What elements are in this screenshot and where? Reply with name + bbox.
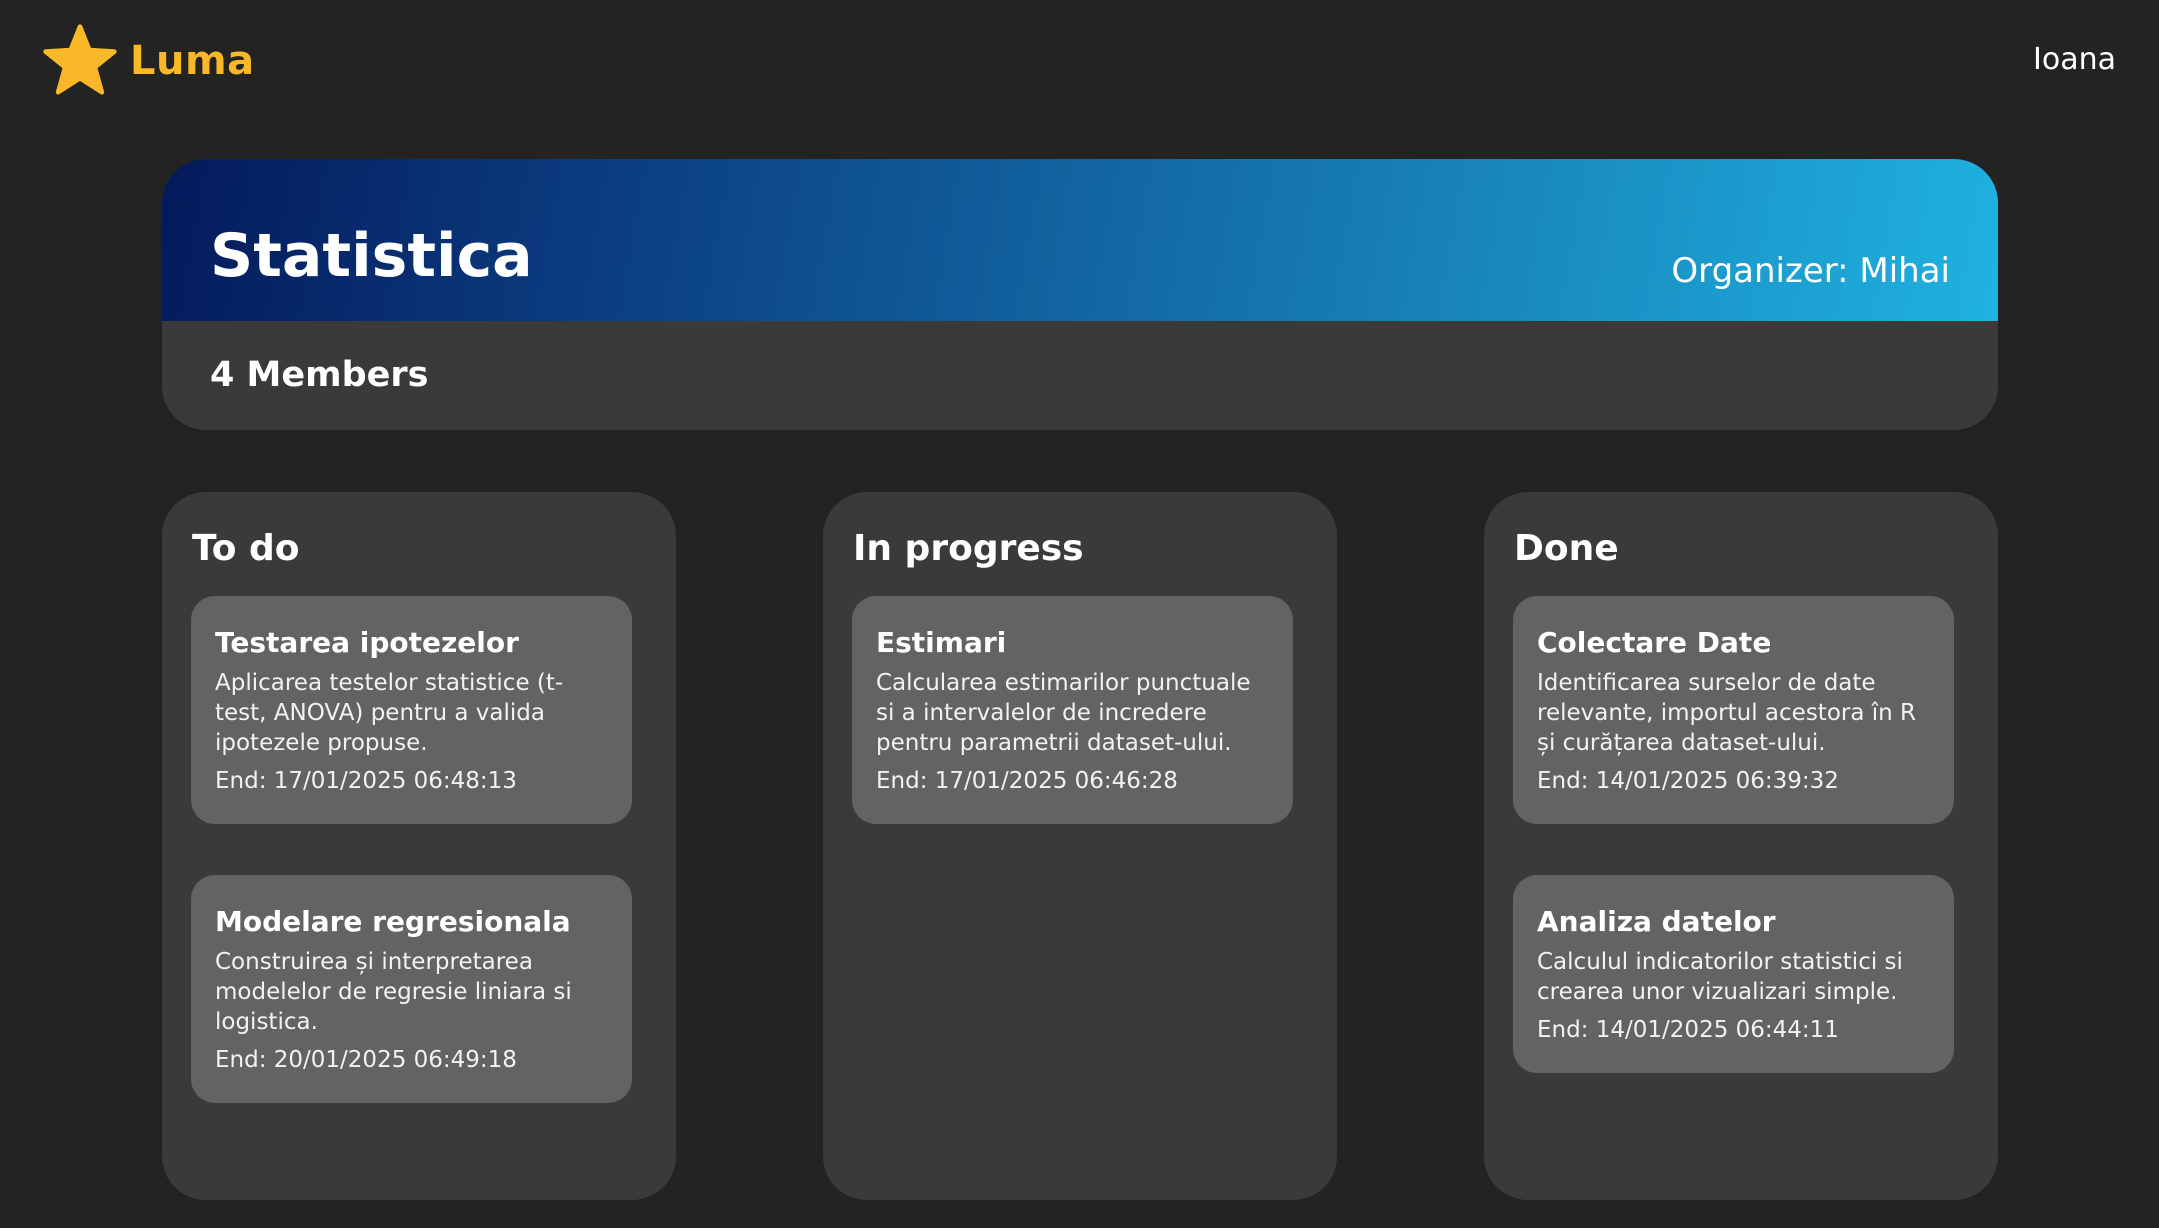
task-title: Colectare Date [1537,626,1772,659]
column-done: Done Colectare Date Identificarea sursel… [1484,492,1998,1200]
task-description: Construirea și interpretarea modelelor d… [215,948,572,1035]
task-end-date: End: 20/01/2025 06:49:18 [215,1046,517,1073]
logo-text: Luma [130,38,255,84]
top-bar: Luma Ioana [0,0,2159,125]
project-banner: Statistica Organizer: Mihai [162,159,1998,321]
project-title: Statistica [210,221,533,291]
task-description: Aplicarea testelor statistice (t-test, A… [215,669,564,756]
task-card[interactable]: Modelare regresionala Construirea și int… [191,875,632,1103]
task-end-date: End: 14/01/2025 06:39:32 [1537,767,1839,794]
task-end-date: End: 17/01/2025 06:46:28 [876,767,1178,794]
task-end-date: End: 17/01/2025 06:48:13 [215,767,517,794]
task-title: Testarea ipotezelor [215,626,519,659]
task-card[interactable]: Estimari Calcularea estimarilor punctual… [852,596,1293,824]
task-title: Estimari [876,626,1007,659]
task-description: Calculul indicatorilor statistici si cre… [1537,948,1903,1005]
task-card[interactable]: Testarea ipotezelor Aplicarea testelor s… [191,596,632,824]
logo-home-link[interactable]: Luma [40,22,255,100]
task-end-date: End: 14/01/2025 06:44:11 [1537,1016,1839,1043]
project-organizer: Organizer: Mihai [1671,251,1950,291]
task-title: Analiza datelor [1537,905,1776,938]
task-card[interactable]: Colectare Date Identificarea surselor de… [1513,596,1954,824]
task-description: Calcularea estimarilor punctuale si a in… [876,669,1251,756]
task-description: Identificarea surselor de date relevante… [1537,669,1917,756]
column-title: Done [1514,528,1619,569]
column-title: To do [192,528,300,569]
user-name-menu[interactable]: Ioana [2033,42,2116,77]
project-members-count[interactable]: 4 Members [210,355,428,395]
column-title: In progress [853,528,1084,569]
task-title: Modelare regresionala [215,905,571,938]
project-header-card: Statistica Organizer: Mihai 4 Members [162,159,1998,430]
column-in-progress: In progress Estimari Calcularea estimari… [823,492,1337,1200]
star-icon [43,24,117,95]
task-card[interactable]: Analiza datelor Calculul indicatorilor s… [1513,875,1954,1073]
column-todo: To do Testarea ipotezelor Aplicarea test… [162,492,676,1200]
